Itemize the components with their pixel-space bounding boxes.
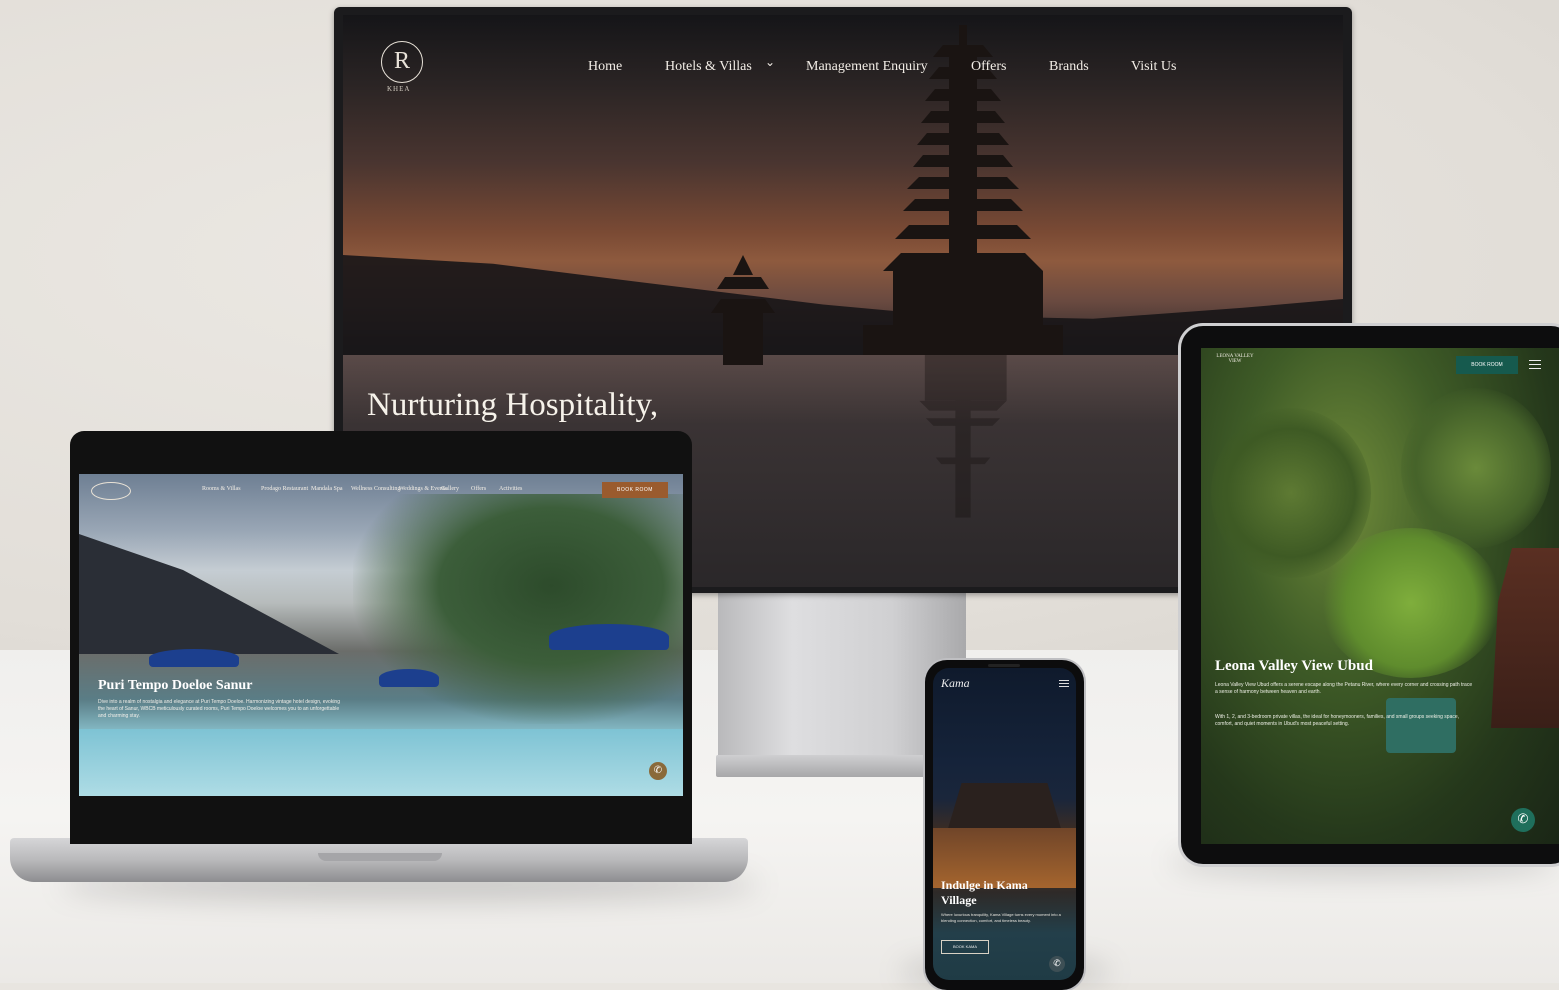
palm-foliage (353, 494, 683, 724)
nav-hotels-villas[interactable]: Hotels & Villas (665, 59, 752, 75)
smartphone: Kama Indulge in Kama Village Where luxur… (925, 660, 1084, 990)
chevron-down-icon[interactable]: ⌄ (765, 55, 775, 70)
nav-visit-us[interactable]: Visit Us (1131, 59, 1176, 75)
leona-logo[interactable]: LEONA VALLEY VIEW (1215, 354, 1255, 364)
nav-gallery[interactable]: Gallery (441, 486, 459, 492)
book-room-button[interactable]: BOOK ROOM (1456, 356, 1518, 374)
nav-offers[interactable]: Offers (971, 59, 1007, 75)
nav-mandala-spa[interactable]: Mandala Spa (311, 486, 343, 492)
small-shrine-silhouette (711, 255, 775, 365)
hero-description: Dive into a realm of nostalgia and elega… (98, 699, 340, 719)
umbrella-shape (379, 669, 439, 687)
laptop-screen: Rooms & Villas Prodago Restaurant Mandal… (79, 474, 683, 796)
puri-tempo-logo[interactable] (91, 482, 131, 500)
kama-logo[interactable]: Kama (941, 676, 970, 691)
nav-management-enquiry[interactable]: Management Enquiry (806, 59, 928, 75)
tablet: LEONA VALLEY VIEW BOOK ROOM Leona Valley… (1181, 326, 1559, 864)
hero-heading: Nurturing Hospitality, (367, 387, 659, 423)
nav-offers[interactable]: Offers (471, 486, 486, 492)
whatsapp-icon[interactable]: ✆ (1049, 956, 1065, 972)
umbrella-shape (149, 649, 239, 667)
tablet-screen: LEONA VALLEY VIEW BOOK ROOM Leona Valley… (1201, 348, 1559, 844)
roof-illustration (79, 534, 339, 654)
pagoda-reflection (919, 355, 1007, 518)
book-room-button[interactable]: BOOK ROOM (602, 482, 668, 498)
menu-icon[interactable] (1529, 360, 1541, 370)
nav-brands[interactable]: Brands (1049, 59, 1089, 75)
nav-activities[interactable]: Activities (499, 486, 522, 492)
hero-paragraph: Leona Valley View Ubud offers a serene e… (1215, 682, 1473, 695)
villa-roof (1491, 548, 1559, 728)
nav-weddings-events[interactable]: Weddings & Events (399, 486, 447, 492)
hero-title: Puri Tempo Doeloe Sanur (98, 678, 253, 693)
hero-description: Where luxurious tranquility, Kama Villag… (941, 912, 1061, 923)
menu-icon[interactable] (1059, 680, 1069, 689)
book-kama-button[interactable]: BOOK KAMA (941, 940, 989, 954)
whatsapp-icon[interactable]: ✆ (649, 762, 667, 780)
tree-canopy (1211, 408, 1371, 578)
nav-rooms-villas[interactable]: Rooms & Villas (202, 486, 241, 492)
khea-logo[interactable]: R (381, 41, 423, 83)
hero-paragraph: With 1, 2, and 3-bedroom private villas,… (1215, 714, 1460, 727)
logo-wordmark: KHEA (387, 85, 411, 93)
nav-home[interactable]: Home (588, 59, 622, 75)
laptop-nav: Rooms & Villas Prodago Restaurant Mandal… (79, 474, 683, 510)
tree-canopy (1401, 388, 1551, 548)
umbrella-shape (549, 624, 669, 650)
laptop: Rooms & Villas Prodago Restaurant Mandal… (70, 431, 692, 844)
nav-prodago-restaurant[interactable]: Prodago Restaurant (261, 486, 308, 492)
hero-title: Indulge in Kama Village (941, 878, 1028, 907)
roof-illustration (947, 783, 1062, 831)
laptop-notch (318, 853, 442, 861)
phone-speaker (988, 664, 1020, 667)
hero-title: Leona Valley View Ubud (1215, 658, 1373, 674)
nav-wellness-consulting[interactable]: Wellness Consulting (351, 486, 400, 492)
whatsapp-icon[interactable]: ✆ (1511, 808, 1535, 832)
pool (79, 729, 683, 796)
phone-screen: Kama Indulge in Kama Village Where luxur… (933, 668, 1076, 980)
